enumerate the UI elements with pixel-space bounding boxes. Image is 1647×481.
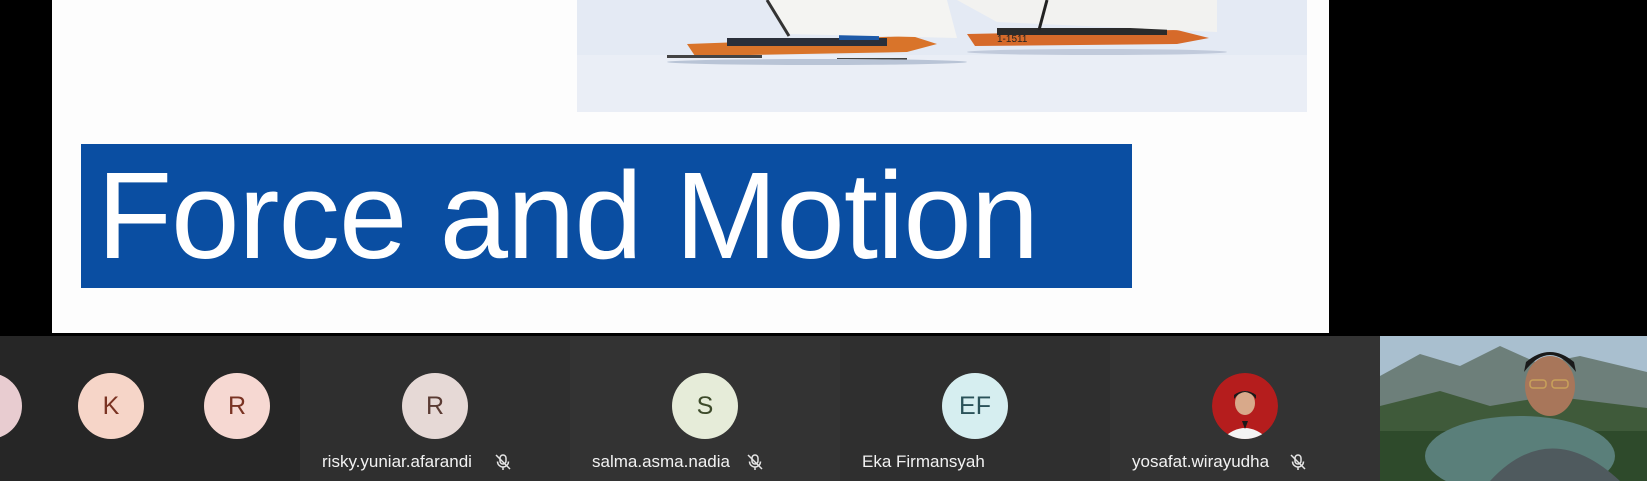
- presentation-slide: 1-1511 Force and Motion: [52, 0, 1329, 333]
- participant-name: yosafat.wirayudha: [1132, 452, 1270, 471]
- avatar: K: [78, 373, 144, 439]
- self-view-video[interactable]: [1380, 336, 1647, 481]
- avatar: EF: [942, 373, 1008, 439]
- participant-tile[interactable]: yosafat.wirayudha: [1110, 336, 1380, 481]
- shared-screen: 1-1511 Force and Motion: [0, 0, 1647, 333]
- participant-tile[interactable]: R risky.yuniar.afarandi: [300, 336, 570, 481]
- participant-strip[interactable]: K R R risky.yuniar.afarandi S salma.asma…: [0, 336, 1647, 481]
- participant-tile[interactable]: K R: [0, 336, 300, 481]
- participant-tile[interactable]: EF Eka Firmansyah: [840, 336, 1110, 481]
- avatar: R: [204, 373, 270, 439]
- mic-off-icon: [747, 454, 763, 470]
- participant-name: Eka Firmansyah: [862, 452, 985, 471]
- slide-title-banner: Force and Motion: [81, 144, 1132, 288]
- ice-boat-photo: 1-1511: [577, 0, 1307, 112]
- avatar: [0, 373, 22, 439]
- avatar: R: [402, 373, 468, 439]
- participant-tile[interactable]: S salma.asma.nadia: [570, 336, 840, 481]
- slide-title: Force and Motion: [97, 148, 1039, 285]
- participant-name: risky.yuniar.afarandi: [322, 452, 472, 471]
- mic-off-icon: [495, 454, 511, 470]
- avatar: [1212, 373, 1278, 439]
- avatar: S: [672, 373, 738, 439]
- svg-text:1-1511: 1-1511: [997, 34, 1028, 45]
- mic-off-icon: [1290, 454, 1306, 470]
- participant-name: salma.asma.nadia: [592, 452, 730, 471]
